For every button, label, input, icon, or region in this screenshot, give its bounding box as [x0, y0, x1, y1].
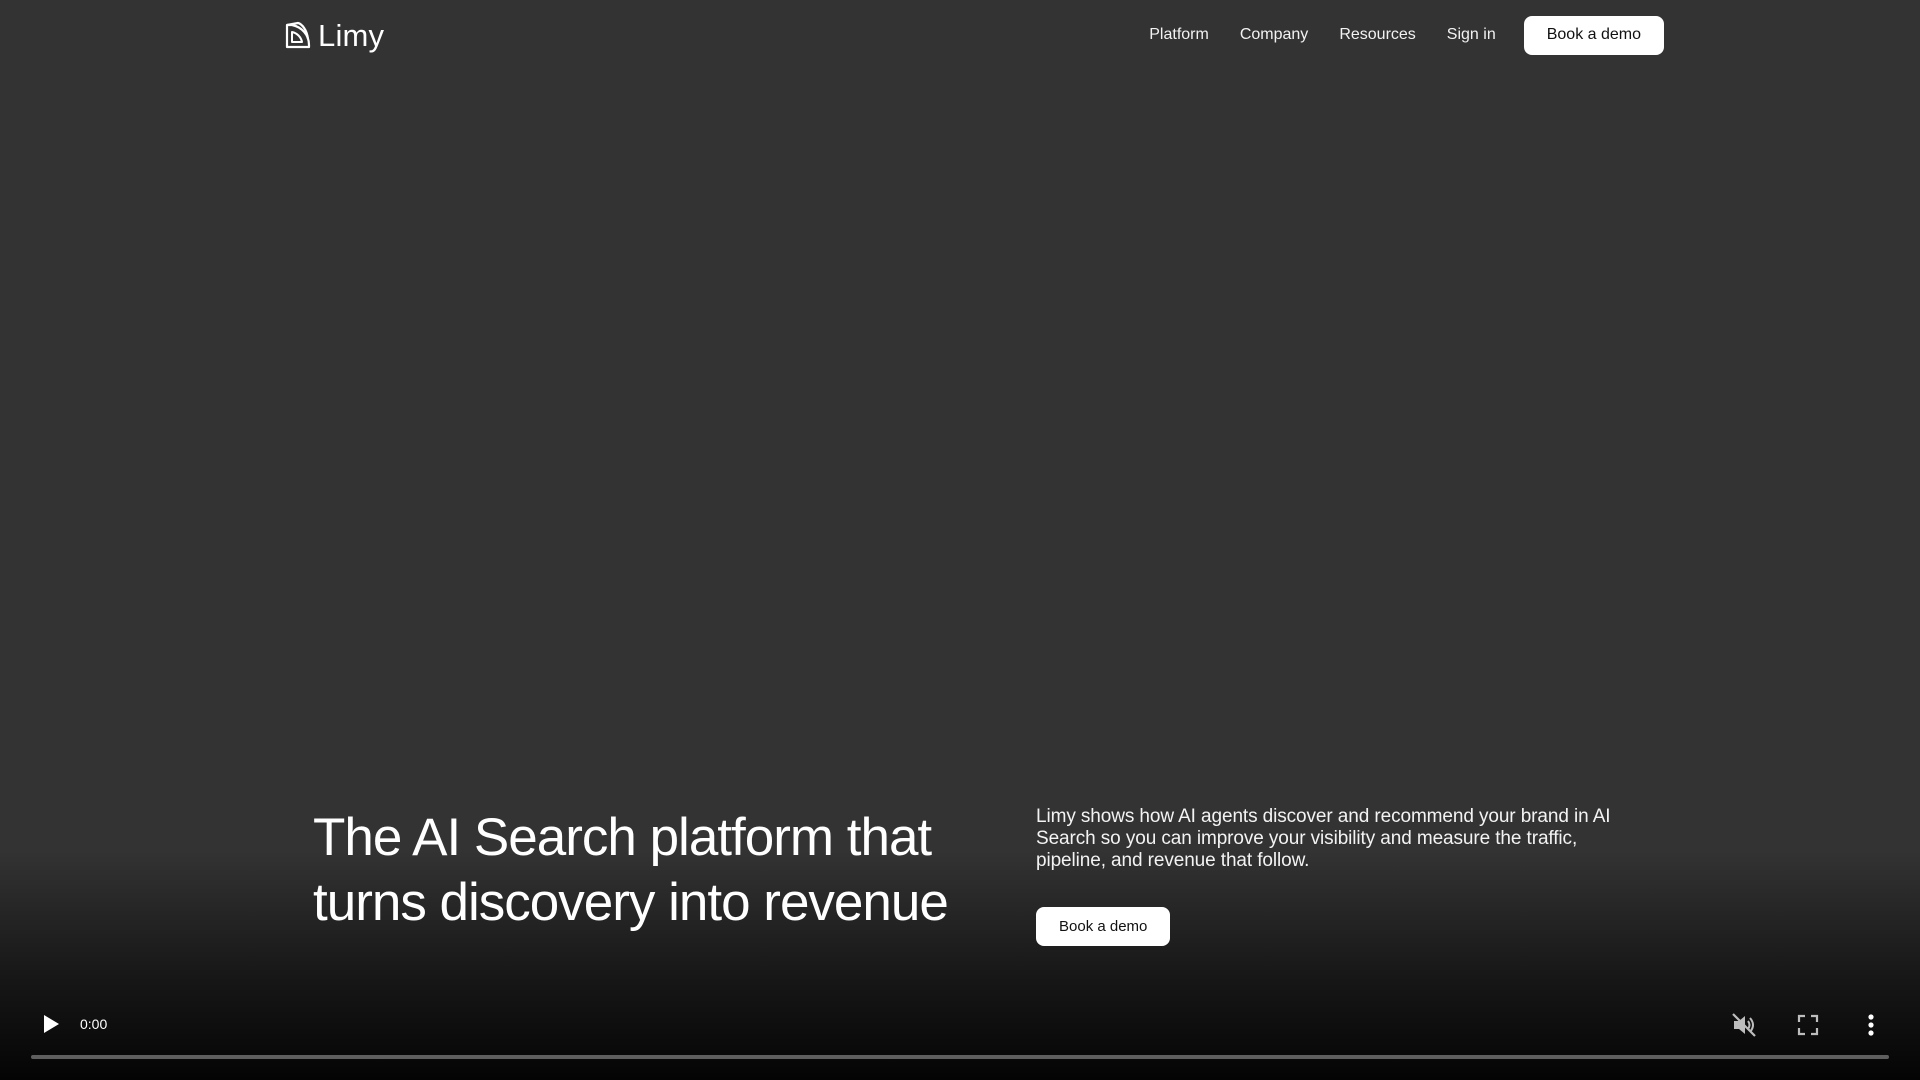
hero-book-demo-button[interactable]: Book a demo	[1036, 907, 1171, 946]
nav-item-sign-in[interactable]: Sign in	[1447, 26, 1496, 44]
hero-title-line-2: turns discovery into revenue	[313, 873, 949, 932]
hero-title: The AI Search platform that turns discov…	[313, 805, 1013, 935]
hero-description: Limy shows how AI agents discover and re…	[1036, 806, 1611, 871]
nav-item-platform[interactable]: Platform	[1149, 26, 1209, 44]
hero-cta-wrapper: Book a demo	[1036, 907, 1171, 946]
play-icon[interactable]	[38, 1012, 62, 1036]
brand-name: Limy	[318, 17, 385, 53]
video-current-time: 0:00	[80, 1016, 108, 1032]
hero-title-line-1: The AI Search platform that	[313, 808, 932, 867]
volume-muted-icon[interactable]	[1730, 1011, 1758, 1039]
header-book-demo-button[interactable]: Book a demo	[1523, 15, 1664, 55]
more-vertical-icon[interactable]	[1857, 1011, 1885, 1039]
main-nav: Platform Company Resources Sign in Book …	[1149, 15, 1664, 55]
fullscreen-icon[interactable]	[1794, 1011, 1822, 1039]
site-header: Limy Platform Company Resources Sign in …	[0, 0, 1920, 70]
limy-logo-icon	[285, 21, 311, 49]
nav-item-company[interactable]: Company	[1240, 26, 1308, 44]
nav-item-resources[interactable]: Resources	[1339, 26, 1415, 44]
page: Limy Platform Company Resources Sign in …	[0, 0, 1920, 1080]
brand-logo[interactable]: Limy	[284, 16, 384, 54]
video-controls: 0:00	[0, 1000, 1920, 1080]
video-progress-bar[interactable]	[31, 1055, 1889, 1059]
